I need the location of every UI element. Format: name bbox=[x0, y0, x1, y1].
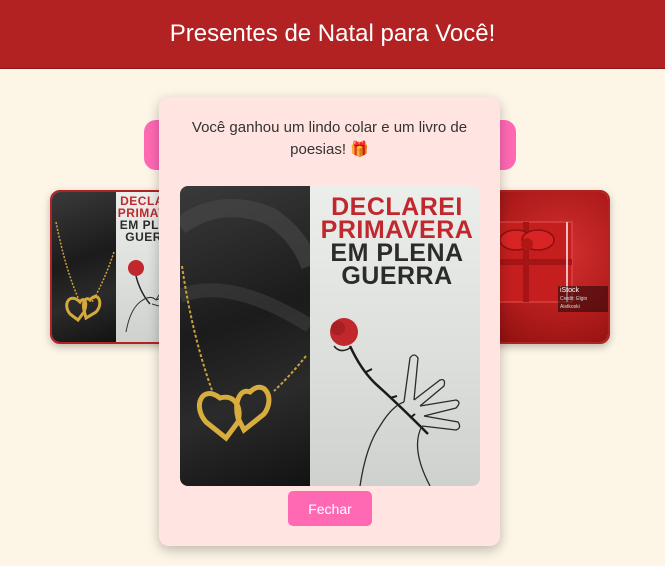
gift-card-right[interactable]: iStock Credit: Elgin Aistkoski bbox=[490, 190, 610, 344]
page-header: Presentes de Natal para Você! bbox=[0, 0, 665, 69]
gift-box-image: iStock Credit: Elgin Aistkoski bbox=[492, 192, 608, 342]
gift-image: DECLAREI PRIMAVERA EM PLENA GUERRA bbox=[180, 186, 480, 486]
close-button[interactable]: Fechar bbox=[288, 491, 372, 526]
hand-drawing bbox=[359, 354, 461, 486]
necklace-image bbox=[52, 192, 116, 342]
necklace-image bbox=[180, 186, 310, 486]
gift-message: Você ganhou um lindo colar e um livro de… bbox=[191, 119, 468, 158]
watermark-brand: iStock bbox=[560, 287, 580, 294]
gift-card-left[interactable]: DECLAREI PRIMAVERA EM PLENA GUERRA bbox=[50, 190, 170, 344]
page-title: Presentes de Natal para Você! bbox=[169, 20, 496, 47]
gift-modal: Você ganhou um lindo colar e um livro de… bbox=[159, 97, 500, 546]
book-cover-image: DECLAREI PRIMAVERA EM PLENA GUERRA bbox=[310, 186, 480, 486]
watermark-credit: Credit: Elgin Aistkoski bbox=[560, 296, 588, 310]
rose-illustration bbox=[330, 318, 429, 435]
watermark: iStock Credit: Elgin Aistkoski bbox=[558, 286, 608, 312]
